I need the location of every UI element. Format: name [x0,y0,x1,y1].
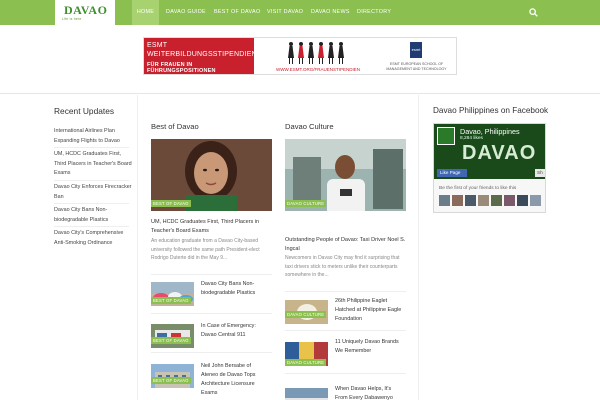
logo-tagline: Life is here [62,17,82,21]
fb-like-count: 8,284 likes [460,136,483,141]
fb-cover-wordmark: DAVAO [462,142,537,164]
fb-friend-avatar[interactable] [504,195,515,206]
banner-figure [308,42,314,64]
banner-url: WWW.ESMT.ORG/FRAUENSTIPENDIEN [276,67,361,72]
culture-hero-excerpt: Newcomers in Davao City may find it surp… [285,255,400,279]
best-of-davao-title: Best of Davao [151,122,199,131]
culture-hero-image[interactable]: DAVAO CULTURE [285,139,406,211]
nav-directory[interactable]: DIRECTORY [357,0,391,25]
story-title[interactable]: 26th Philippine Eaglet Hatched at Philip… [335,297,403,324]
banner-figure [328,42,334,64]
banner-ad[interactable]: ESMT WEITERBILDUNGSSTIPENDIEN FÜR FRAUEN… [143,37,457,75]
recent-item[interactable]: International Airlines Plan Expanding Fl… [54,127,134,146]
story-title[interactable]: Neil John Bersabe of Ateneo de Davao Top… [201,362,269,398]
category-badge[interactable]: DAVAO CULTURE [285,359,327,366]
facebook-cover[interactable]: DAVAO Davao, Philippines 8,284 likes Lik… [434,124,545,179]
fb-friend-avatar[interactable] [439,195,450,206]
fb-friend-avatar[interactable] [491,195,502,206]
culture-hero-title[interactable]: Outstanding People of Davao: Taxi Driver… [285,236,406,254]
fb-like-button[interactable]: Like Page [437,169,467,177]
story-thumbnail[interactable]: BEST OF DAVAO [151,324,194,348]
banner-figure [318,42,324,64]
recent-updates-title: Recent Updates [54,106,115,116]
banner-red-panel: ESMT WEITERBILDUNGSSTIPENDIEN FÜR FRAUEN… [144,38,257,74]
category-badge[interactable]: BEST OF DAVAO [151,337,191,344]
banner-figure [288,42,294,64]
fb-friend-avatar[interactable] [517,195,528,206]
category-badge[interactable]: DAVAO CULTURE [285,311,327,318]
helping-photo [285,388,328,400]
recent-item[interactable]: Davao City's Comprehensive Anti-Smoking … [54,229,134,248]
esmt-logo: esmt [410,42,422,58]
story-thumbnail[interactable]: DAVAO CULTURE [285,342,328,366]
best-hero-excerpt: An education graduate from a Davao City-… [151,238,260,262]
story-title[interactable]: 11 Uniquely Davao Brands We Remember [335,338,403,356]
column-divider [137,95,138,400]
recent-item[interactable]: Davao City Enforces Firecracker Ban [54,183,134,202]
divider [54,180,129,181]
story-title[interactable]: Davao City Bans Non-biodegradable Plasti… [201,280,269,298]
top-nav-bar: DAVAO Life is here HOME DAVAO GUIDE BEST… [0,0,600,25]
divider [54,203,129,204]
story-thumbnail[interactable]: BEST OF DAVAO [151,364,194,388]
nav-davao-guide[interactable]: DAVAO GUIDE [166,0,206,25]
banner-figure [338,42,344,64]
divider [285,373,406,374]
divider [151,313,272,314]
banner-figure [298,42,304,64]
nav-davao-news[interactable]: DAVAO NEWS [311,0,350,25]
divider [151,274,272,275]
facebook-section-title: Davao Philippines on Facebook [433,106,549,115]
best-hero-image[interactable]: BEST OF DAVAO [151,139,272,211]
recent-item[interactable]: UM, HCDC Graduates First, Third Placers … [54,150,134,179]
nav-home[interactable]: HOME [132,0,159,25]
nav-visit-davao[interactable]: VISIT DAVAO [267,0,303,25]
banner-line-1: ESMT [147,42,168,49]
banner-org: ESMT EUROPEAN SCHOOL OF MANAGEMENT AND T… [386,62,447,71]
story-thumbnail[interactable]: DAVAO CULTURE [285,300,328,324]
column-divider [418,95,419,400]
emergency-photo [151,324,194,348]
story-title[interactable]: When Davao Helps, It's From Every Dabawe… [335,385,403,400]
category-badge[interactable]: BEST OF DAVAO [151,377,191,384]
building-photo [151,364,194,388]
davao-culture-title: Davao Culture [285,122,334,131]
best-hero-title[interactable]: UM, HCDC Graduates First, Third Placers … [151,218,272,236]
divider [285,330,406,331]
fb-friend-avatar[interactable] [478,195,489,206]
fb-friend-avatar[interactable] [452,195,463,206]
recent-item[interactable]: Davao City Bans Non-biodegradable Plasti… [54,206,134,225]
facebook-page-widget[interactable]: DAVAO Davao, Philippines 8,284 likes Lik… [433,123,546,213]
banner-line-3: FÜR FRAUEN IN FÜHRUNGSPOSITIONEN [147,62,216,74]
fb-share-button[interactable]: Sh [535,169,545,177]
category-badge[interactable]: BEST OF DAVAO [151,297,191,304]
header-divider [0,93,600,94]
divider [54,147,129,148]
fb-page-name[interactable]: Davao, Philippines [460,127,520,136]
story-title[interactable]: In Case of Emergency: Davao Central 911 [201,322,269,340]
category-badge[interactable]: BEST OF DAVAO [151,200,191,207]
fb-friend-avatar[interactable] [465,195,476,206]
banner-line-2: WEITERBILDUNGSSTIPENDIEN [147,51,257,58]
category-badge[interactable]: DAVAO CULTURE [285,200,327,207]
nav-best-of-davao[interactable]: BEST OF DAVAO [214,0,260,25]
search-icon[interactable] [529,8,538,17]
fb-friends-text: Be the first of your friends to like thi… [439,186,517,191]
divider [54,226,129,227]
divider [151,352,272,353]
site-logo[interactable]: DAVAO Life is here [55,0,115,25]
fb-page-avatar[interactable] [437,127,455,145]
fb-friend-avatar[interactable] [530,195,541,206]
story-thumbnail[interactable]: BEST OF DAVAO [151,282,194,306]
story-thumbnail[interactable] [285,388,328,400]
divider [285,291,406,292]
logo-text: DAVAO [64,3,108,17]
